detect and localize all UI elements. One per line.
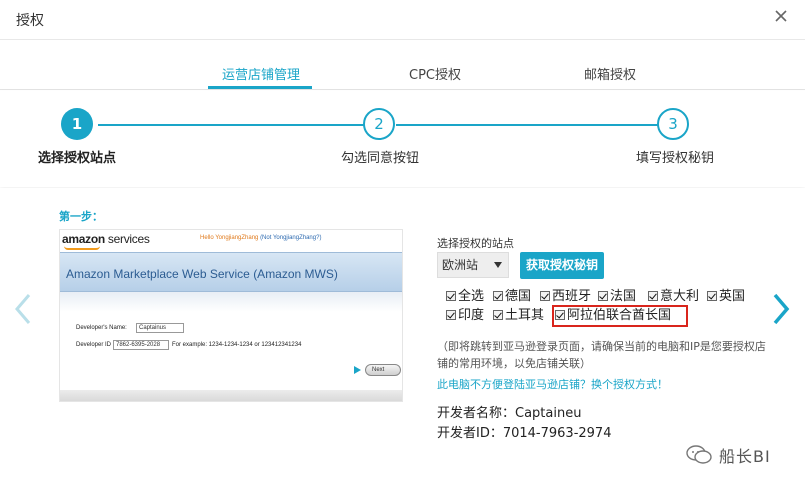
checkbox-select-all[interactable]: 全选	[446, 289, 484, 305]
dialog-header: 授权	[0, 0, 805, 40]
watermark-text: 船长BI	[719, 447, 771, 466]
site-select-label: 选择授权的站点	[437, 237, 514, 250]
arrow-right-icon	[354, 366, 361, 374]
tab-email-auth[interactable]: 邮箱授权	[584, 64, 636, 83]
checkbox-icon[interactable]	[446, 310, 456, 320]
alt-auth-link[interactable]: 此电脑不方便登陆亚马逊店铺？换个授权方式！	[437, 376, 668, 392]
step-connector	[98, 124, 364, 126]
checkbox-germany[interactable]: 德国	[493, 289, 531, 305]
checkbox-italy[interactable]: 意大利	[648, 289, 699, 305]
region-select[interactable]: 欧洲站	[437, 252, 509, 278]
dev-name-input: Captainus	[136, 323, 184, 333]
step-1-circle: 1	[61, 108, 93, 140]
checkbox-spain[interactable]: 西班牙	[540, 289, 591, 305]
chevron-left-icon[interactable]	[12, 291, 34, 327]
dev-id-label: Developer ID	[76, 342, 112, 348]
close-icon[interactable]	[771, 6, 791, 26]
checkbox-france[interactable]: 法国	[598, 289, 636, 305]
step-2-label: 勾选同意按钮	[341, 151, 420, 166]
amazon-smile-icon	[64, 246, 100, 250]
next-button-image: Next	[365, 364, 401, 376]
tab-bar: 运营店铺管理 CPC授权 邮箱授权	[0, 40, 805, 90]
active-tab-indicator	[208, 86, 312, 89]
checkbox-icon[interactable]	[598, 291, 608, 301]
dev-id-input: 7862-6395-2028	[113, 340, 169, 350]
watermark: 船长BI	[685, 443, 771, 467]
caret-down-icon	[494, 262, 502, 268]
step-1-label: 选择授权站点	[38, 151, 117, 166]
step-3-circle: 3	[657, 108, 689, 140]
highlight-box	[552, 305, 688, 327]
tab-cpc-auth[interactable]: CPC授权	[409, 64, 461, 83]
step-2-circle: 2	[363, 108, 395, 140]
developer-id: 开发者ID：7014-7963-2974	[437, 426, 612, 441]
checkbox-icon[interactable]	[648, 291, 658, 301]
checkbox-icon[interactable]	[446, 291, 456, 301]
checkbox-india[interactable]: 印度	[446, 308, 484, 324]
wechat-icon	[686, 445, 712, 464]
checkbox-uk[interactable]: 英国	[707, 289, 745, 305]
step-3-label: 填写授权秘钥	[636, 151, 715, 166]
example-text: For example: 1234-1234-1234 or 123412341…	[172, 342, 302, 348]
checkbox-turkey[interactable]: 土耳其	[493, 308, 544, 324]
get-auth-key-button[interactable]: 获取授权秘钥	[520, 252, 604, 279]
checkbox-icon[interactable]	[493, 291, 503, 301]
tab-store-management[interactable]: 运营店铺管理	[222, 64, 300, 83]
hello-text: Hello YongjiangZhang (Not YongjiangZhang…	[200, 235, 322, 241]
dialog-title: 授权	[16, 13, 44, 29]
step-progress: 1 2 3 选择授权站点 勾选同意按钮 填写授权秘钥	[0, 91, 805, 187]
checkbox-icon[interactable]	[540, 291, 550, 301]
amazon-services-logo: amazon services	[62, 232, 150, 246]
step-connector	[396, 124, 660, 126]
developer-name: 开发者名称：Captaineu	[437, 406, 582, 421]
checkbox-icon[interactable]	[493, 310, 503, 320]
redirect-note: （即将跳转到亚马逊登录页面，请确保当前的电脑和IP是您要授权店铺的常用环境，以免…	[437, 340, 766, 370]
instruction-screenshot: amazon services Hello YongjiangZhang (No…	[59, 229, 403, 402]
dev-name-label: Developer's Name:	[76, 325, 127, 331]
region-select-value: 欧洲站	[442, 258, 479, 272]
checkbox-icon[interactable]	[707, 291, 717, 301]
mws-banner-title: Amazon Marketplace Web Service (Amazon M…	[66, 267, 338, 281]
step-first-label: 第一步：	[59, 210, 103, 223]
chevron-right-icon[interactable]	[770, 291, 792, 327]
